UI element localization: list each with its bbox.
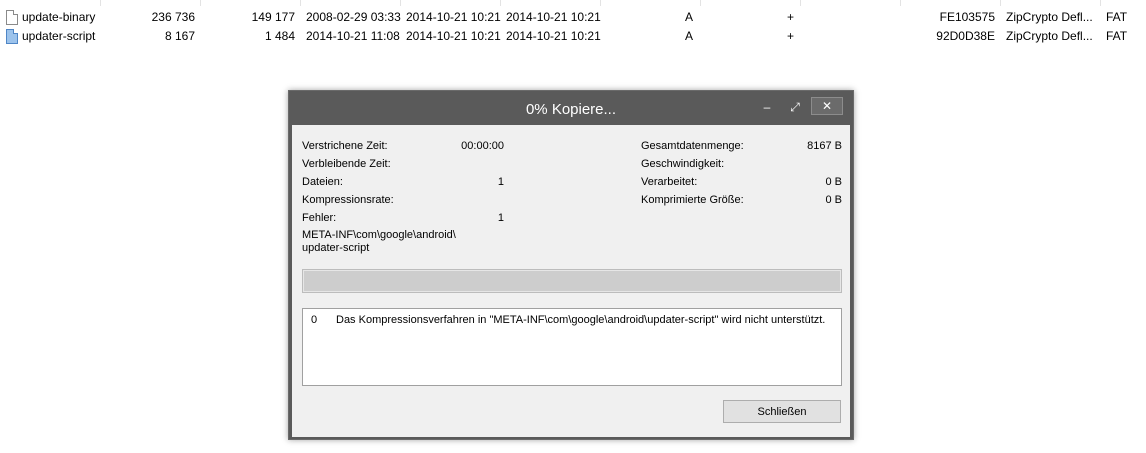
file-modified: 2008-02-29 03:33 [306,10,401,24]
files-count-value: 1 [497,176,504,188]
file-crc: 92D0D38E [936,29,995,43]
file-method: ZipCrypto Defl... [1006,10,1093,24]
close-button[interactable]: Schließen [723,400,841,423]
file-name: updater-script [22,29,96,43]
file-method: ZipCrypto Defl... [1006,29,1093,43]
processed-value: 0 B [825,176,842,188]
log-entry-index: 0 [311,314,318,326]
file-attributes: A [685,29,694,43]
file-packed-size: 1 484 [264,29,295,43]
file-size: 236 736 [151,10,195,24]
script-file-icon [6,29,18,44]
file-created: 2014-10-21 10:21 [406,29,501,43]
errors-label: Fehler: [302,212,337,224]
files-count-label: Dateien: [302,176,343,188]
file-crc: FE103575 [939,10,995,24]
message-log[interactable]: 0 Das Kompressionsverfahren in "META-INF… [302,308,842,386]
file-size: 8 167 [164,29,195,43]
file-encrypted: + [787,10,795,24]
file-accessed: 2014-10-21 10:21 [506,29,601,43]
errors-value: 1 [497,212,504,224]
total-size-label: Gesamtdatenmenge: [641,140,744,152]
file-host-os: FAT [1106,10,1128,24]
current-path-line: updater-script [302,242,370,254]
file-host-os: FAT [1106,29,1128,43]
compressed-size-label: Komprimierte Größe: [641,194,744,206]
compressed-size-value: 0 B [825,194,842,206]
file-created: 2014-10-21 10:21 [406,10,501,24]
total-size-value: 8167 B [807,140,842,152]
copy-progress-dialog: 0% Kopiere... ‒ ⤢ ✕ Verstrichene Zeit: 0… [288,90,854,440]
file-modified: 2014-10-21 11:08 [306,29,400,43]
file-name: update-binary [22,10,96,24]
elapsed-time-label: Verstrichene Zeit: [302,140,388,152]
file-encrypted: + [787,29,795,43]
current-path-line: META-INF\com\google\android\ [302,229,456,241]
compression-ratio-label: Kompressionsrate: [302,194,394,206]
file-icon [6,10,18,25]
column-header-edge [0,0,1146,6]
dialog-titlebar[interactable]: 0% Kopiere... ‒ ⤢ ✕ [289,91,853,125]
progress-track [304,271,840,291]
file-accessed: 2014-10-21 10:21 [506,10,601,24]
progress-bar [302,269,842,293]
maximize-icon[interactable]: ⤢ [781,97,809,117]
file-list: update-binary 236 736 149 177 2008-02-29… [0,0,1146,90]
dialog-body: Verstrichene Zeit: 00:00:00 Verbleibende… [292,125,850,437]
current-file-path: META-INF\com\google\android\ updater-scr… [302,229,456,255]
remaining-time-label: Verbleibende Zeit: [302,158,391,170]
file-row[interactable]: update-binary 236 736 149 177 2008-02-29… [0,8,1146,27]
speed-label: Geschwindigkeit: [641,158,725,170]
file-packed-size: 149 177 [251,10,295,24]
file-row[interactable]: updater-script 8 167 1 484 2014-10-21 11… [0,27,1146,46]
close-icon[interactable]: ✕ [811,97,843,115]
minimize-icon[interactable]: ‒ [753,97,781,117]
log-entry-message: Das Kompressionsverfahren in "META-INF\c… [336,314,826,326]
processed-label: Verarbeitet: [641,176,698,188]
file-attributes: A [685,10,694,24]
elapsed-time-value: 00:00:00 [461,140,504,152]
